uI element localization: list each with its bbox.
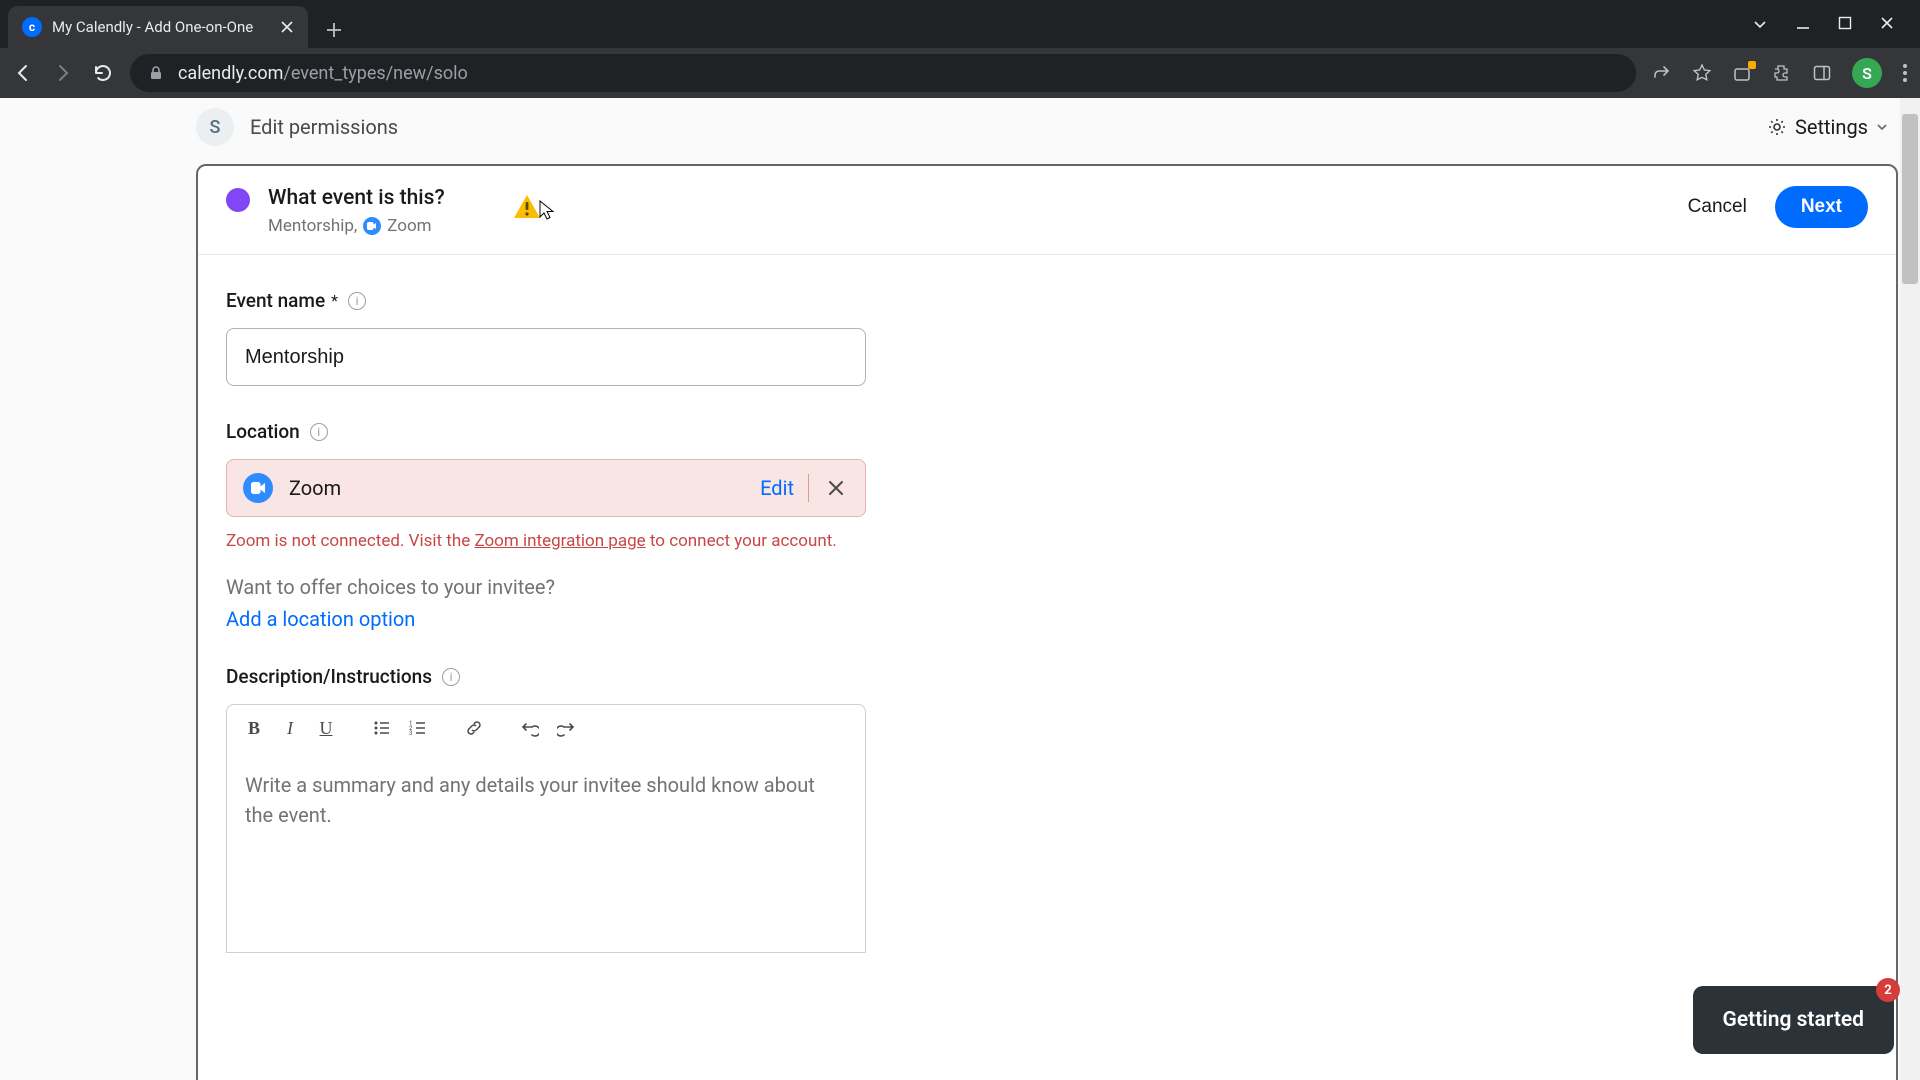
address-bar[interactable]: calendly.com/event_types/new/solo [130,54,1636,92]
cancel-button[interactable]: Cancel [1676,188,1759,226]
divider [808,474,809,502]
page-viewport: S Edit permissions Settings What event i… [0,98,1920,1080]
tabs-dropdown-icon[interactable] [1752,16,1768,32]
rte-link-button[interactable] [459,713,489,743]
card-title: What event is this? [268,186,445,210]
lock-icon [148,65,164,81]
browser-tabstrip: c My Calendly - Add One-on-One [0,0,1920,48]
description-label: Description/Instructions [226,665,432,688]
profile-avatar[interactable]: S [1852,58,1882,88]
tab-close-icon[interactable] [280,20,294,34]
gear-icon [1767,117,1787,137]
nav-forward-icon[interactable] [52,62,74,84]
error-suffix: to connect your account. [646,531,837,551]
extension-badge-icon[interactable] [1732,63,1752,83]
notification-badge: 2 [1876,978,1900,1002]
event-color-dot [226,188,250,212]
rte-redo-button[interactable] [551,713,581,743]
window-close-icon[interactable] [1880,16,1894,32]
scrollbar-thumb[interactable] [1902,114,1918,284]
cursor-icon [539,200,555,220]
window-maximize-icon[interactable] [1838,16,1852,32]
warning-icon [513,194,541,220]
rte-underline-button[interactable]: U [311,713,341,743]
location-chip: Zoom Edit [226,459,866,517]
settings-button[interactable]: Settings [1767,115,1888,139]
rte-number-list-button[interactable]: 123 [403,713,433,743]
rte-bullet-list-button[interactable] [367,713,397,743]
zoom-integration-link[interactable]: Zoom integration page [474,531,645,551]
rte-bold-button[interactable]: B [239,713,269,743]
permissions-row: S Edit permissions Settings [196,98,1898,156]
error-prefix: Zoom is not connected. Visit the [226,531,474,551]
url-path: /event_types/new/solo [283,63,467,84]
chevron-down-icon [1876,121,1888,133]
info-icon[interactable]: i [310,423,328,441]
rte-undo-button[interactable] [515,713,545,743]
required-marker: * [331,291,338,310]
browser-tab[interactable]: c My Calendly - Add One-on-One [8,6,308,48]
getting-started-label: Getting started [1723,1008,1864,1032]
nav-back-icon[interactable] [12,62,34,84]
location-name: Zoom [289,476,341,500]
card-subtitle: Mentorship, Zoom [268,216,445,236]
zoom-mini-icon [363,217,381,235]
location-error: Zoom is not connected. Visit the Zoom in… [226,531,886,551]
permissions-label: Edit permissions [250,115,398,139]
location-remove-icon[interactable] [823,475,849,501]
rte-toolbar: B I U 123 [227,705,865,752]
info-icon[interactable]: i [348,292,366,310]
location-edit-link[interactable]: Edit [760,476,794,500]
sidepanel-icon[interactable] [1812,63,1832,83]
bookmark-star-icon[interactable] [1692,63,1712,83]
rte-italic-button[interactable]: I [275,713,305,743]
event-name-input[interactable] [226,328,866,386]
add-location-link[interactable]: Add a location option [226,607,890,631]
card-header: What event is this? Mentorship, Zoom Can… [198,166,1896,255]
extensions-icon[interactable] [1772,63,1792,83]
settings-label: Settings [1795,115,1868,139]
subtitle-event: Mentorship, [268,216,357,236]
browser-toolbar: calendly.com/event_types/new/solo S [0,48,1920,98]
event-name-label: Event name [226,289,325,312]
offer-question: Want to offer choices to your invitee? [226,575,890,599]
new-tab-button[interactable] [316,12,352,48]
location-label: Location [226,420,300,443]
kebab-menu-icon[interactable] [1902,63,1908,83]
rte-textarea[interactable]: Write a summary and any details your inv… [227,752,865,952]
permissions-avatar: S [196,108,234,146]
share-icon[interactable] [1652,63,1672,83]
url-host: calendly.com [178,63,283,84]
next-button[interactable]: Next [1775,186,1868,228]
getting-started-button[interactable]: Getting started 2 [1693,986,1894,1054]
subtitle-platform: Zoom [387,216,431,236]
window-minimize-icon[interactable] [1796,16,1810,32]
nav-reload-icon[interactable] [92,62,114,84]
tab-title: My Calendly - Add One-on-One [52,18,253,36]
event-card: What event is this? Mentorship, Zoom Can… [196,164,1898,1080]
svg-text:3: 3 [409,730,412,737]
zoom-icon [243,473,273,503]
tab-favicon: c [22,17,42,37]
info-icon[interactable]: i [442,668,460,686]
rich-text-editor: B I U 123 [226,704,866,953]
scrollbar-track[interactable] [1900,98,1920,1080]
